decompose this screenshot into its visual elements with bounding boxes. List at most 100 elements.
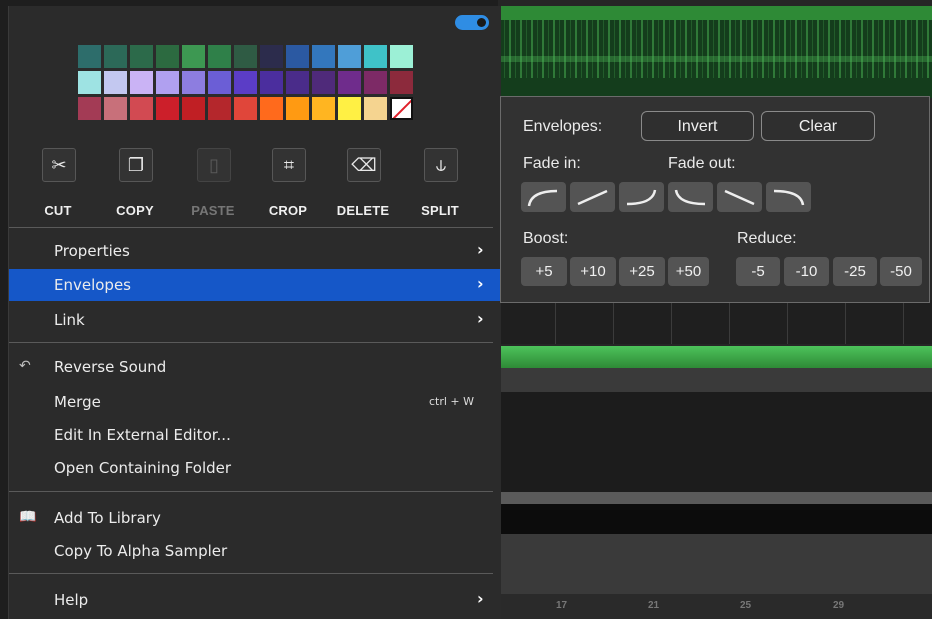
reduce-50-button[interactable]: -50 (880, 257, 922, 286)
envelopes-label: Envelopes (54, 276, 131, 294)
color-swatch[interactable] (234, 97, 257, 120)
menu-separator (9, 342, 493, 343)
color-swatch[interactable] (130, 97, 153, 120)
color-swatch[interactable] (182, 71, 205, 94)
snap-toggle[interactable] (455, 15, 489, 30)
color-swatch[interactable] (338, 97, 361, 120)
color-swatch[interactable] (208, 97, 231, 120)
color-swatch[interactable] (156, 97, 179, 120)
color-swatch[interactable] (338, 45, 361, 68)
timeline-marker: 21 (648, 600, 660, 611)
track-green-bar[interactable] (498, 346, 932, 368)
reduce-25-button[interactable]: -25 (833, 257, 877, 286)
color-swatch[interactable] (130, 45, 153, 68)
fade-out-curve-fast-button[interactable] (668, 182, 713, 212)
menu-separator (9, 227, 493, 228)
menu-item-help[interactable]: Help › (9, 584, 501, 616)
menu-item-open-folder[interactable]: Open Containing Folder (9, 452, 501, 484)
fade-out-curve-slow-button[interactable] (766, 182, 811, 212)
color-swatch[interactable] (390, 45, 413, 68)
reduce-5-button[interactable]: -5 (736, 257, 780, 286)
waveform-track[interactable] (498, 20, 932, 98)
menu-separator (9, 573, 493, 574)
color-swatch[interactable] (130, 71, 153, 94)
track-lane-lower (498, 534, 932, 594)
fade-in-linear-button[interactable] (570, 182, 615, 212)
color-swatch[interactable] (286, 45, 309, 68)
copy-tool[interactable]: ❐ COPY (106, 146, 172, 226)
color-swatch[interactable] (234, 45, 257, 68)
track-lane-dark[interactable] (498, 504, 932, 534)
color-swatch[interactable] (260, 71, 283, 94)
envelopes-title: Envelopes: (523, 118, 603, 135)
color-swatch[interactable] (364, 97, 387, 120)
crop-icon: ⌗ (272, 148, 306, 182)
cut-label: CUT (44, 203, 72, 218)
context-menu: ✂ CUT ❐ COPY ▯ PASTE ⌗ CROP ⌫ DELETE ⫝ S… (8, 6, 501, 619)
crop-label: CROP (268, 203, 308, 218)
split-tool[interactable]: ⫝ SPLIT (411, 146, 477, 226)
color-swatch[interactable] (260, 45, 283, 68)
clear-button[interactable]: Clear (761, 111, 875, 141)
color-swatch[interactable] (260, 97, 283, 120)
menu-item-edit-external[interactable]: Edit In External Editor... (9, 419, 501, 451)
no-color-swatch[interactable] (390, 97, 413, 120)
properties-label: Properties (54, 242, 130, 260)
color-swatch[interactable] (78, 97, 101, 120)
reduce-label: Reduce: (737, 230, 797, 247)
invert-button[interactable]: Invert (641, 111, 754, 141)
boost-25-button[interactable]: +25 (619, 257, 665, 286)
color-swatch[interactable] (390, 71, 413, 94)
fade-linear-icon (724, 189, 755, 206)
color-swatch[interactable] (156, 71, 179, 94)
menu-item-envelopes[interactable]: Envelopes › (9, 269, 501, 301)
color-swatch[interactable] (104, 97, 127, 120)
split-icon: ⫝ (424, 148, 458, 182)
boost-10-button[interactable]: +10 (570, 257, 616, 286)
menu-item-reverse-sound[interactable]: ↶ Reverse Sound (9, 351, 501, 383)
color-swatch[interactable] (104, 71, 127, 94)
backspace-icon: ⌫ (347, 148, 381, 182)
menu-item-properties[interactable]: Properties › (9, 235, 501, 267)
color-swatch[interactable] (78, 71, 101, 94)
boost-50-button[interactable]: +50 (668, 257, 709, 286)
chevron-right-icon: › (477, 589, 484, 608)
paste-tool[interactable]: ▯ PASTE (184, 146, 250, 226)
track-lane[interactable] (498, 392, 932, 492)
delete-tool[interactable]: ⌫ DELETE (334, 146, 400, 226)
color-swatch[interactable] (286, 71, 309, 94)
boost-5-button[interactable]: +5 (521, 257, 567, 286)
fade-out-linear-button[interactable] (717, 182, 762, 212)
color-swatch[interactable] (156, 45, 179, 68)
fade-in-label: Fade in: (523, 155, 581, 172)
color-swatch[interactable] (312, 45, 335, 68)
color-swatch[interactable] (234, 71, 257, 94)
track-grid (498, 300, 932, 344)
menu-item-add-library[interactable]: 📖 Add To Library (9, 502, 501, 534)
fade-in-curve-slow-button[interactable] (619, 182, 664, 212)
fade-in-curve-fast-button[interactable] (521, 182, 566, 212)
color-swatch[interactable] (182, 45, 205, 68)
color-swatch[interactable] (182, 97, 205, 120)
crop-tool[interactable]: ⌗ CROP (259, 146, 325, 226)
color-swatch[interactable] (208, 45, 231, 68)
color-swatch[interactable] (312, 97, 335, 120)
fade-curve-icon (527, 189, 558, 207)
color-swatch[interactable] (338, 71, 361, 94)
reduce-10-button[interactable]: -10 (784, 257, 829, 286)
menu-item-copy-alpha[interactable]: Copy To Alpha Sampler (9, 535, 501, 567)
menu-item-merge[interactable]: Merge ctrl + W (9, 386, 501, 418)
timeline-marker: 17 (556, 600, 568, 611)
color-swatch[interactable] (364, 71, 387, 94)
color-swatch[interactable] (78, 45, 101, 68)
chevron-right-icon: › (477, 309, 484, 328)
library-icon: 📖 (19, 509, 37, 525)
menu-item-link[interactable]: Link › (9, 304, 501, 336)
delete-label: DELETE (336, 203, 390, 218)
color-swatch[interactable] (364, 45, 387, 68)
color-swatch[interactable] (312, 71, 335, 94)
color-swatch[interactable] (208, 71, 231, 94)
color-swatch[interactable] (286, 97, 309, 120)
cut-tool[interactable]: ✂ CUT (29, 146, 95, 226)
color-swatch[interactable] (104, 45, 127, 68)
